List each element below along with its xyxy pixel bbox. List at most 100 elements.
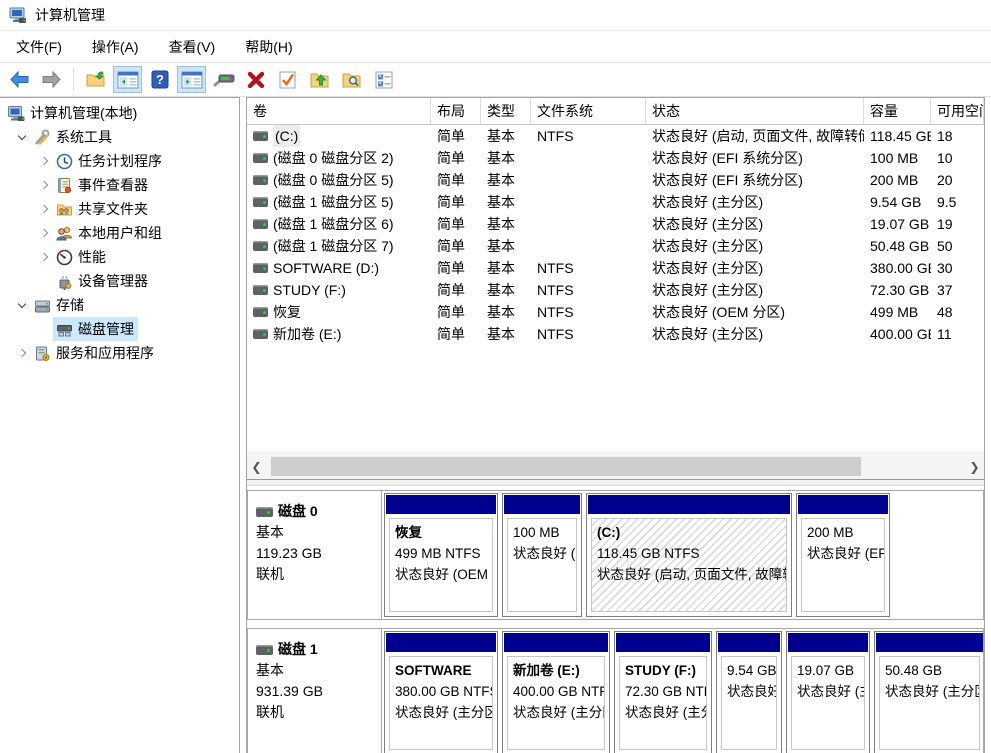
table-row[interactable]: (磁盘 0 磁盘分区 5) 简单 基本 状态良好 (EFI 系统分区) 200 … bbox=[247, 169, 984, 191]
partition-50gb[interactable]: 50.48 GB 状态良好 (主分区) bbox=[874, 631, 983, 753]
partition-size: 380.00 GB NTFS bbox=[395, 684, 492, 699]
partition-efi-100mb[interactable]: 100 MB 状态良好 (EFI 系统分区) bbox=[502, 493, 582, 617]
volume-fs bbox=[531, 213, 646, 235]
sidebar-item-storage[interactable]: 存储 bbox=[0, 293, 239, 317]
disk-graphical-view: 磁盘 0 基本 119.23 GB 联机 恢复 499 MB NTFS 状态良好… bbox=[247, 486, 984, 753]
volume-status: 状态良好 (主分区) bbox=[652, 282, 764, 298]
checklist-icon bbox=[375, 71, 392, 88]
volume-layout: 简单 bbox=[437, 128, 465, 144]
partition-size: 200 MB bbox=[807, 525, 854, 540]
volume-fs: NTFS bbox=[537, 282, 574, 298]
column-header-free[interactable]: 可用空间 bbox=[931, 98, 984, 125]
column-header-capacity[interactable]: 容量 bbox=[864, 98, 931, 125]
partition-size: 118.45 GB NTFS bbox=[597, 546, 700, 561]
volume-type: 基本 bbox=[487, 304, 515, 320]
chevron-right-icon[interactable] bbox=[36, 249, 53, 266]
column-header-filesystem[interactable]: 文件系统 bbox=[531, 98, 646, 125]
forward-button[interactable] bbox=[37, 66, 66, 93]
action-pane-toggle-icon bbox=[181, 71, 202, 88]
column-header-layout[interactable]: 布局 bbox=[431, 98, 481, 125]
column-header-status[interactable]: 状态 bbox=[646, 98, 864, 125]
sidebar-item-event-viewer[interactable]: 事件查看器 bbox=[0, 173, 239, 197]
partition-recovery[interactable]: 恢复 499 MB NTFS 状态良好 (OEM 分区) bbox=[384, 493, 498, 617]
disk-status: 联机 bbox=[256, 704, 284, 720]
table-row[interactable]: 新加卷 (E:) 简单 基本 NTFS 状态良好 (主分区) 400.00 GB… bbox=[247, 323, 984, 345]
partition-type-band bbox=[588, 495, 790, 514]
table-row[interactable]: (C:) 简单 基本 NTFS 状态良好 (启动, 页面文件, 故障转储, 主分… bbox=[247, 125, 984, 147]
back-button[interactable] bbox=[5, 66, 34, 93]
local-users-icon bbox=[55, 225, 73, 242]
table-row[interactable]: 恢复 简单 基本 NTFS 状态良好 (OEM 分区) 499 MB 48 bbox=[247, 301, 984, 323]
pane-splitter[interactable] bbox=[247, 479, 984, 486]
delete-button[interactable] bbox=[241, 66, 270, 93]
horizontal-scrollbar[interactable]: ❮ ❯ bbox=[247, 452, 984, 479]
sidebar-item-label: 性能 bbox=[78, 249, 106, 265]
column-header-type[interactable]: 类型 bbox=[481, 98, 531, 125]
sidebar-item-label: 事件查看器 bbox=[78, 177, 148, 193]
chevron-down-icon[interactable] bbox=[14, 129, 31, 146]
table-row[interactable]: SOFTWARE (D:) 简单 基本 NTFS 状态良好 (主分区) 380.… bbox=[247, 257, 984, 279]
folder-up-button[interactable] bbox=[305, 66, 334, 93]
sidebar-item-disk-management[interactable]: 磁盘管理 bbox=[0, 317, 239, 341]
partition-c[interactable]: (C:) 118.45 GB NTFS 状态良好 (启动, 页面文件, 故障转储… bbox=[586, 493, 792, 617]
partition-new-volume-e[interactable]: 新加卷 (E:) 400.00 GB NTFS 状态良好 (主分区) bbox=[502, 631, 610, 753]
check-mark-button[interactable] bbox=[273, 66, 302, 93]
partition-efi-200mb[interactable]: 200 MB 状态良好 (EFI 系统分区) bbox=[796, 493, 890, 617]
folder-search-button[interactable] bbox=[337, 66, 366, 93]
sidebar-item-services-applications[interactable]: 服务和应用程序 bbox=[0, 341, 239, 365]
menu-help[interactable]: 帮助(H) bbox=[230, 35, 307, 59]
disk-info-panel[interactable]: 磁盘 1 基本 931.39 GB 联机 bbox=[248, 629, 382, 753]
volume-free: 10 bbox=[937, 150, 953, 166]
folder-switch-button[interactable] bbox=[81, 66, 110, 93]
volume-free: 20 bbox=[937, 172, 953, 188]
volume-fs: NTFS bbox=[537, 326, 574, 342]
sidebar-item-computer-management[interactable]: 计算机管理(本地) bbox=[0, 101, 239, 125]
volume-type: 基本 bbox=[487, 216, 515, 232]
partition-9gb[interactable]: 9.54 GB 状态良好 (主分区) bbox=[716, 631, 782, 753]
sidebar-item-shared-folders[interactable]: 共享文件夹 bbox=[0, 197, 239, 221]
volume-free: 50 bbox=[937, 238, 953, 254]
menu-action[interactable]: 操作(A) bbox=[77, 35, 154, 59]
table-row[interactable]: (磁盘 0 磁盘分区 2) 简单 基本 状态良好 (EFI 系统分区) 100 … bbox=[247, 147, 984, 169]
console-tree-toggle[interactable] bbox=[113, 66, 142, 93]
volume-capacity: 400.00 GB bbox=[870, 326, 931, 342]
table-row[interactable]: (磁盘 1 磁盘分区 5) 简单 基本 状态良好 (主分区) 9.54 GB 9… bbox=[247, 191, 984, 213]
chevron-down-icon[interactable] bbox=[14, 297, 31, 314]
chevron-right-icon[interactable] bbox=[36, 201, 53, 218]
disk-tool-button[interactable] bbox=[209, 66, 238, 93]
column-header-volume[interactable]: 卷 bbox=[247, 98, 431, 125]
partition-study-f[interactable]: STUDY (F:) 72.30 GB NTFS 状态良好 (主分区) bbox=[614, 631, 712, 753]
volume-status: 状态良好 (EFI 系统分区) bbox=[652, 150, 803, 166]
sidebar-item-system-tools[interactable]: 系统工具 bbox=[0, 125, 239, 149]
volume-name: (磁盘 1 磁盘分区 5) bbox=[273, 194, 394, 210]
sidebar-item-performance[interactable]: 性能 bbox=[0, 245, 239, 269]
partition-status: 状态良好 (主分区) bbox=[625, 705, 706, 720]
sidebar-item-task-scheduler[interactable]: 任务计划程序 bbox=[0, 149, 239, 173]
sidebar-item-local-users-groups[interactable]: 本地用户和组 bbox=[0, 221, 239, 245]
chevron-right-icon[interactable] bbox=[14, 345, 31, 362]
disk-info-panel[interactable]: 磁盘 0 基本 119.23 GB 联机 bbox=[248, 491, 382, 619]
shared-folders-icon bbox=[55, 201, 73, 218]
volume-fs bbox=[531, 191, 646, 213]
view-options-button[interactable] bbox=[369, 66, 398, 93]
partition-label: 恢复 bbox=[395, 525, 422, 540]
scrollbar-thumb[interactable] bbox=[271, 457, 861, 476]
chevron-right-icon[interactable] bbox=[36, 153, 53, 170]
volume-fs: NTFS bbox=[537, 260, 574, 276]
volume-type: 基本 bbox=[487, 128, 515, 144]
scroll-left-arrow[interactable]: ❮ bbox=[247, 453, 266, 480]
table-row[interactable]: STUDY (F:) 简单 基本 NTFS 状态良好 (主分区) 72.30 G… bbox=[247, 279, 984, 301]
action-pane-toggle[interactable] bbox=[177, 66, 206, 93]
sidebar-item-device-manager[interactable]: 设备管理器 bbox=[0, 269, 239, 293]
scroll-right-arrow[interactable]: ❯ bbox=[965, 453, 984, 480]
menu-view[interactable]: 查看(V) bbox=[154, 35, 231, 59]
partition-software[interactable]: SOFTWARE 380.00 GB NTFS 状态良好 (主分区) bbox=[384, 631, 498, 753]
menu-file[interactable]: 文件(F) bbox=[1, 35, 77, 59]
chevron-right-icon[interactable] bbox=[36, 225, 53, 242]
volume-name: (磁盘 0 磁盘分区 5) bbox=[273, 172, 394, 188]
help-button[interactable]: ? bbox=[145, 66, 174, 93]
table-row[interactable]: (磁盘 1 磁盘分区 7) 简单 基本 状态良好 (主分区) 50.48 GB … bbox=[247, 235, 984, 257]
chevron-right-icon[interactable] bbox=[36, 177, 53, 194]
partition-19gb[interactable]: 19.07 GB 状态良好 (主分区) bbox=[786, 631, 870, 753]
table-row[interactable]: (磁盘 1 磁盘分区 6) 简单 基本 状态良好 (主分区) 19.07 GB … bbox=[247, 213, 984, 235]
